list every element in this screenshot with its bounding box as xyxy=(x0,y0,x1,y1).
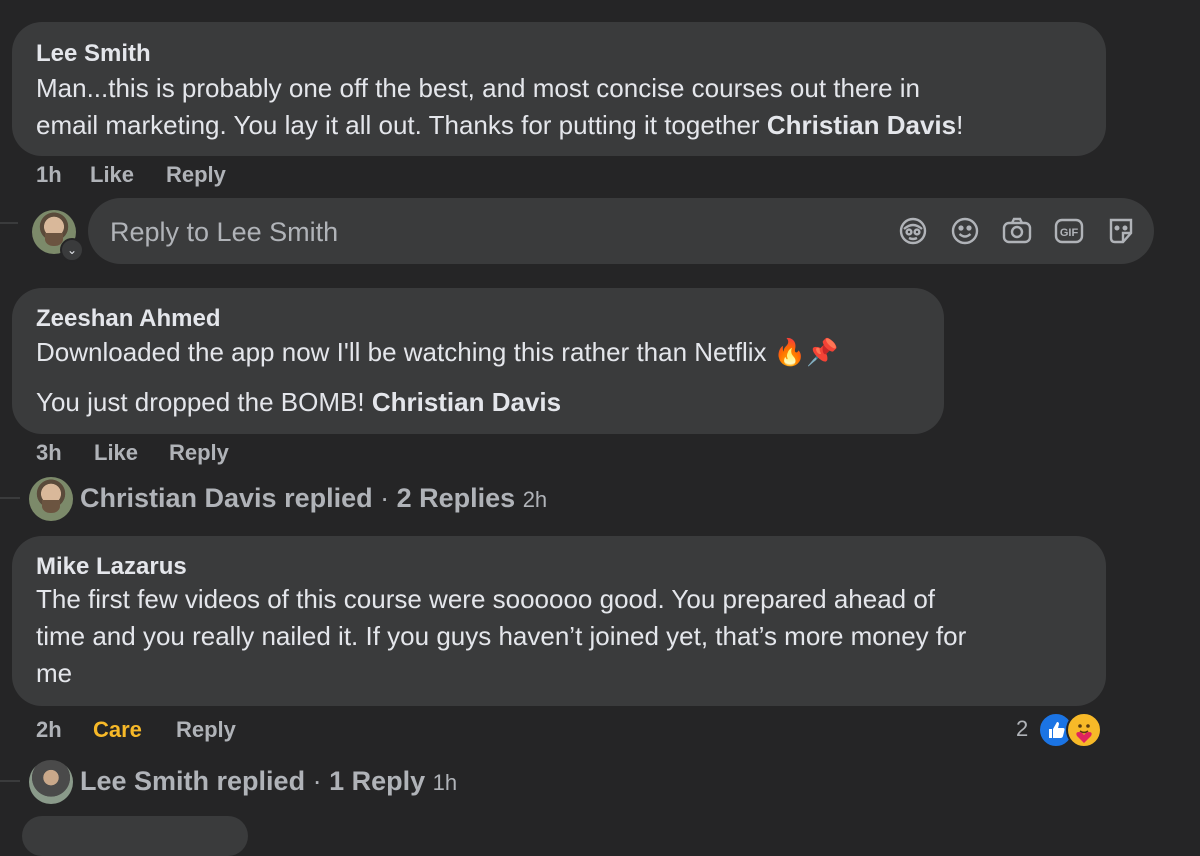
reply-button[interactable]: Reply xyxy=(166,162,226,188)
view-replies-link[interactable]: Christian Davis replied · 2 Replies 2h xyxy=(80,483,547,514)
comment-author[interactable]: Lee Smith xyxy=(36,40,151,68)
reply-input[interactable] xyxy=(88,198,872,266)
mention-link[interactable]: Christian Davis xyxy=(767,110,956,140)
reaction-count: 2 xyxy=(1016,716,1029,741)
care-icon xyxy=(1066,712,1102,748)
mention-link[interactable]: Christian Davis xyxy=(372,387,561,417)
comment-bubble: Lee Smith Man...this is probably one off… xyxy=(12,22,1106,156)
like-button[interactable]: Like xyxy=(94,440,138,466)
comment-time[interactable]: 2h xyxy=(36,717,62,743)
comment-author[interactable]: Zeeshan Ahmed xyxy=(36,305,221,333)
reply-button[interactable]: Reply xyxy=(176,717,236,743)
emoji-icon[interactable] xyxy=(949,215,981,247)
thread-line xyxy=(0,222,18,224)
like-button[interactable]: Like xyxy=(90,162,134,188)
camera-icon[interactable] xyxy=(1001,215,1033,247)
comment-text: The first few videos of this course were… xyxy=(36,584,967,688)
comment-text: Man...this is probably one off the best,… xyxy=(36,73,964,140)
thread-line xyxy=(0,497,20,499)
comment-author[interactable]: Mike Lazarus xyxy=(36,553,187,581)
chevron-down-icon[interactable]: ⌄ xyxy=(60,238,84,262)
comment-bubble: Zeeshan Ahmed Downloaded the app now I'l… xyxy=(12,288,944,434)
avatar-sticker-icon[interactable] xyxy=(897,215,929,247)
replier-avatar xyxy=(29,760,73,804)
gif-icon[interactable]: GIF xyxy=(1053,215,1085,247)
comment-text-line: Downloaded the app now I'll be watching … xyxy=(36,337,839,367)
comment-time[interactable]: 3h xyxy=(36,440,62,466)
care-reaction-button[interactable]: Care xyxy=(93,717,142,743)
view-replies-link[interactable]: Lee Smith replied · 1 Reply 1h xyxy=(80,766,457,797)
comment-time[interactable]: 1h xyxy=(36,162,62,188)
sticker-icon[interactable] xyxy=(1105,215,1137,247)
comment-text-line: You just dropped the BOMB! Christian Dav… xyxy=(36,387,562,417)
svg-text:GIF: GIF xyxy=(1060,227,1079,239)
comment-bubble xyxy=(22,816,248,856)
reply-input-box: GIF xyxy=(88,198,1154,266)
reply-button[interactable]: Reply xyxy=(169,440,229,466)
comment-bubble: Mike Lazarus The first few videos of thi… xyxy=(12,536,1106,706)
thread-line xyxy=(0,780,20,782)
replier-avatar xyxy=(29,477,73,521)
